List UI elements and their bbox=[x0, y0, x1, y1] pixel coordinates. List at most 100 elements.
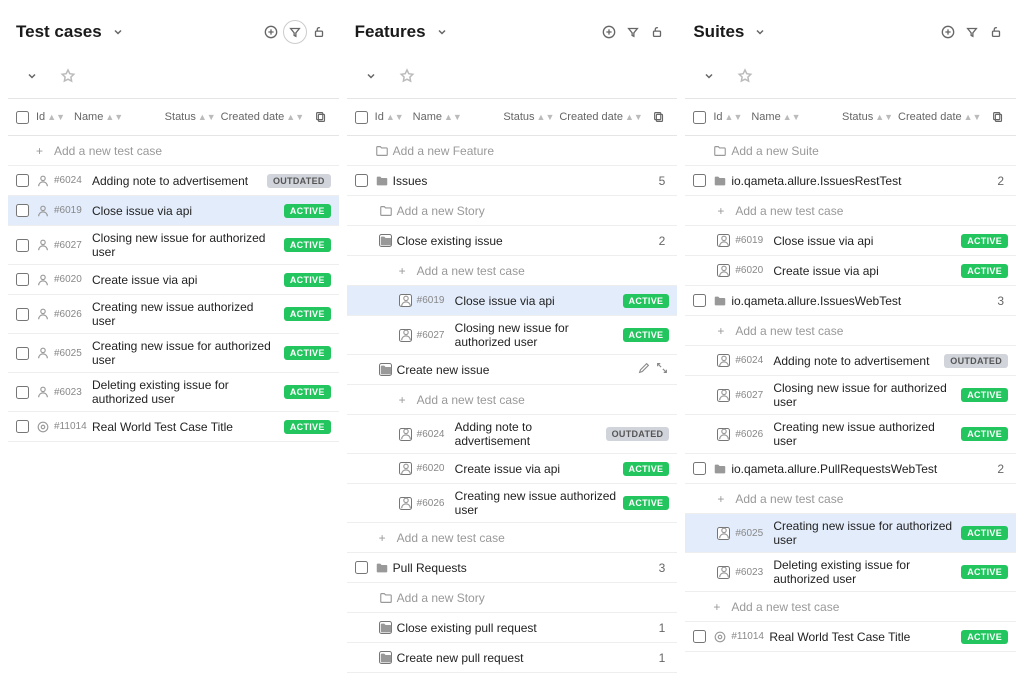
status-badge: ACTIVE bbox=[623, 462, 670, 476]
row-checkbox[interactable] bbox=[16, 204, 29, 217]
testcase-row[interactable]: #11014 Real World Test Case Title ACTIVE bbox=[8, 412, 339, 442]
copy-icon[interactable] bbox=[988, 105, 1008, 129]
row-checkbox[interactable] bbox=[693, 174, 706, 187]
add-testcase-row[interactable]: + Add a new test case bbox=[8, 136, 339, 166]
add-icon[interactable] bbox=[936, 20, 960, 44]
row-checkbox[interactable] bbox=[693, 630, 706, 643]
col-id[interactable]: Id▲▼ bbox=[375, 111, 413, 123]
group-row[interactable]: io.qameta.allure.IssuesWebTest3 bbox=[685, 286, 1016, 316]
testcase-row[interactable]: #6020 Create issue via api ACTIVE bbox=[685, 256, 1016, 286]
group-row[interactable]: Close existing issue2 bbox=[347, 226, 678, 256]
col-status[interactable]: Status▲▼ bbox=[842, 111, 898, 123]
chevron-down-icon[interactable] bbox=[697, 64, 721, 88]
chevron-down-icon[interactable] bbox=[748, 20, 772, 44]
testcase-row[interactable]: #11014 Real World Test Case Title ACTIVE bbox=[685, 622, 1016, 652]
group-row[interactable]: Close existing pull request1 bbox=[347, 613, 678, 643]
col-name[interactable]: Name▲▼ bbox=[751, 111, 842, 123]
group-row[interactable]: io.qameta.allure.PullRequestsWebTest2 bbox=[685, 454, 1016, 484]
add-row[interactable]: + Add a new test case bbox=[685, 592, 1016, 622]
col-status[interactable]: Status▲▼ bbox=[165, 111, 221, 123]
folder-icon bbox=[379, 363, 397, 377]
add-row[interactable]: + Add a new test case bbox=[347, 523, 678, 553]
group-row[interactable]: io.qameta.allure.IssuesRestTest2 bbox=[685, 166, 1016, 196]
row-checkbox[interactable] bbox=[693, 294, 706, 307]
group-row[interactable]: Create new pull request1 bbox=[347, 643, 678, 673]
row-checkbox[interactable] bbox=[16, 386, 29, 399]
filter-icon[interactable] bbox=[960, 20, 984, 44]
row-checkbox[interactable] bbox=[16, 174, 29, 187]
row-checkbox[interactable] bbox=[16, 420, 29, 433]
row-checkbox[interactable] bbox=[16, 273, 29, 286]
testcase-row[interactable]: #6020 Create issue via api ACTIVE bbox=[8, 265, 339, 295]
group-row[interactable]: Create new issue bbox=[347, 355, 678, 385]
testcase-row[interactable]: #6019 Close issue via api ACTIVE bbox=[685, 226, 1016, 256]
col-created[interactable]: Created date▲▼ bbox=[559, 111, 649, 123]
testcase-row[interactable]: #6027 Closing new issue for authorized u… bbox=[347, 316, 678, 355]
testcase-row[interactable]: #6027 Closing new issue for authorized u… bbox=[8, 226, 339, 265]
testcase-row[interactable]: #6026 Creating new issue authorized user… bbox=[347, 484, 678, 523]
add-row[interactable]: Add a new Suite bbox=[685, 136, 1016, 166]
col-id[interactable]: Id▲▼ bbox=[36, 111, 74, 123]
filter-icon[interactable] bbox=[621, 20, 645, 44]
chevron-down-icon[interactable] bbox=[20, 64, 44, 88]
group-row[interactable]: Pull Requests3 bbox=[347, 553, 678, 583]
col-name[interactable]: Name▲▼ bbox=[413, 111, 504, 123]
copy-icon[interactable] bbox=[311, 105, 331, 129]
chevron-down-icon[interactable] bbox=[106, 20, 130, 44]
add-icon[interactable] bbox=[597, 20, 621, 44]
plus-icon: + bbox=[399, 264, 417, 278]
testcase-row[interactable]: #6027 Closing new issue for authorized u… bbox=[685, 376, 1016, 415]
filter-icon[interactable] bbox=[283, 20, 307, 44]
lock-open-icon[interactable] bbox=[645, 20, 669, 44]
add-row[interactable]: + Add a new test case bbox=[347, 256, 678, 286]
testcase-row[interactable]: #6025 Creating new issue for authorized … bbox=[685, 514, 1016, 553]
add-row[interactable]: + Add a new test case bbox=[347, 385, 678, 415]
testcase-row[interactable]: #6023 Deleting existing issue for author… bbox=[685, 553, 1016, 592]
testcase-row[interactable]: #6019 Close issue via api ACTIVE bbox=[347, 286, 678, 316]
add-row[interactable]: Add a new Feature bbox=[347, 136, 678, 166]
add-row[interactable]: Add a new Story bbox=[347, 196, 678, 226]
group-row[interactable]: Issues5 bbox=[347, 166, 678, 196]
testcase-row[interactable]: #6019 Close issue via api ACTIVE bbox=[8, 196, 339, 226]
chevron-down-icon[interactable] bbox=[430, 20, 454, 44]
chevron-down-icon[interactable] bbox=[359, 64, 383, 88]
testcase-row[interactable]: #6020 Create issue via api ACTIVE bbox=[347, 454, 678, 484]
lock-open-icon[interactable] bbox=[307, 20, 331, 44]
add-row[interactable]: + Add a new test case bbox=[685, 316, 1016, 346]
testcase-row[interactable]: #6026 Creating new issue authorized user… bbox=[8, 295, 339, 334]
row-checkbox[interactable] bbox=[16, 308, 29, 321]
add-row[interactable]: + Add a new test case bbox=[685, 484, 1016, 514]
lock-open-icon[interactable] bbox=[984, 20, 1008, 44]
add-row[interactable]: Add a new Story bbox=[347, 583, 678, 613]
testcase-row[interactable]: #6024 Adding note to advertisement OUTDA… bbox=[8, 166, 339, 196]
select-all-checkbox[interactable] bbox=[693, 111, 706, 124]
col-status[interactable]: Status▲▼ bbox=[503, 111, 559, 123]
row-checkbox[interactable] bbox=[16, 347, 29, 360]
expand-icon[interactable] bbox=[655, 361, 669, 378]
row-checkbox[interactable] bbox=[693, 462, 706, 475]
testcases-panel: Test cases Id▲▼ Name▲▼ Status▲▼ Created … bbox=[8, 8, 339, 673]
select-all-checkbox[interactable] bbox=[16, 111, 29, 124]
add-label: Add a new Story bbox=[397, 591, 670, 605]
col-created[interactable]: Created date▲▼ bbox=[221, 111, 311, 123]
testcase-row[interactable]: #6025 Creating new issue for authorized … bbox=[8, 334, 339, 373]
col-created[interactable]: Created date▲▼ bbox=[898, 111, 988, 123]
testcase-row[interactable]: #6024 Adding note to advertisement OUTDA… bbox=[685, 346, 1016, 376]
star-icon[interactable] bbox=[56, 64, 80, 88]
testcase-row[interactable]: #6023 Deleting existing issue for author… bbox=[8, 373, 339, 412]
testcase-row[interactable]: #6026 Creating new issue authorized user… bbox=[685, 415, 1016, 454]
add-icon[interactable] bbox=[259, 20, 283, 44]
add-row[interactable]: + Add a new test case bbox=[685, 196, 1016, 226]
edit-icon[interactable] bbox=[637, 361, 651, 378]
row-checkbox[interactable] bbox=[355, 174, 368, 187]
status-badge: ACTIVE bbox=[284, 204, 331, 218]
col-name[interactable]: Name▲▼ bbox=[74, 111, 165, 123]
star-icon[interactable] bbox=[395, 64, 419, 88]
col-id[interactable]: Id▲▼ bbox=[713, 111, 751, 123]
copy-icon[interactable] bbox=[649, 105, 669, 129]
select-all-checkbox[interactable] bbox=[355, 111, 368, 124]
row-checkbox[interactable] bbox=[16, 239, 29, 252]
testcase-row[interactable]: #6024 Adding note to advertisement OUTDA… bbox=[347, 415, 678, 454]
star-icon[interactable] bbox=[733, 64, 757, 88]
row-checkbox[interactable] bbox=[355, 561, 368, 574]
